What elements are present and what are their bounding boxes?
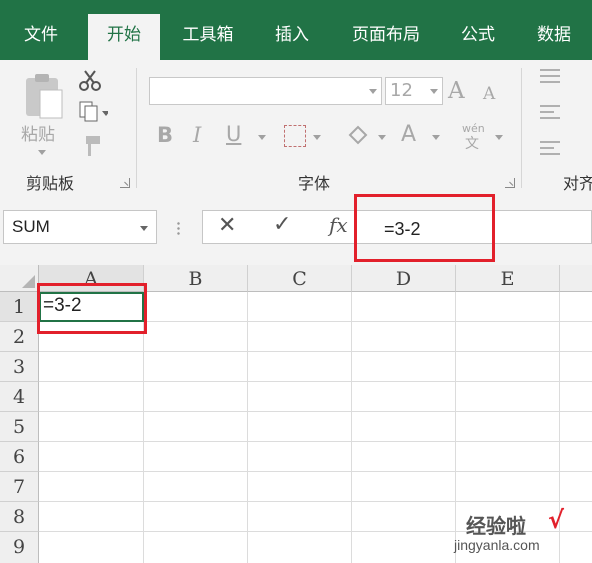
font-name-select[interactable] [149, 77, 382, 105]
row-header-5[interactable]: 5 [0, 412, 39, 442]
paste-icon [26, 74, 63, 119]
fill-color-icon[interactable] [346, 123, 370, 147]
row-header-6[interactable]: 6 [0, 442, 39, 472]
group-divider [521, 68, 522, 188]
ribbon-body: 粘贴 剪贴板 12 A A B I U A wén 文 字体 对齐 [0, 60, 592, 198]
check-icon: √ [548, 506, 565, 534]
font-launcher-icon[interactable] [505, 178, 515, 188]
column-header-d[interactable]: D [352, 265, 456, 292]
column-header-c[interactable]: C [248, 265, 352, 292]
group-divider [136, 68, 137, 188]
gridline [39, 351, 592, 352]
underline-icon[interactable]: U [226, 122, 241, 146]
font-group-label: 字体 [298, 174, 331, 193]
clipboard-group-label: 剪贴板 [26, 174, 75, 193]
chevron-down-icon [432, 135, 440, 140]
cut-icon[interactable] [78, 68, 102, 92]
column-header-b[interactable]: B [144, 265, 248, 292]
gridline [247, 292, 248, 563]
font-color-icon[interactable]: A [401, 122, 416, 147]
clipboard-launcher-icon[interactable] [120, 178, 130, 188]
gridline [39, 381, 592, 382]
tab-insert[interactable]: 插入 [262, 14, 322, 60]
select-all-corner[interactable] [0, 265, 39, 292]
row-header-9[interactable]: 9 [0, 532, 39, 563]
paste-button[interactable]: 粘贴 [16, 68, 68, 163]
gridline [39, 471, 592, 472]
row-header-3[interactable]: 3 [0, 352, 39, 382]
ribbon-tab-bar: 文件 开始 工具箱 插入 页面布局 公式 数据 [0, 0, 592, 60]
formula-bar: SUM ✕ ✓ fx [0, 197, 592, 265]
border-icon[interactable] [284, 125, 306, 147]
row-header-4[interactable]: 4 [0, 382, 39, 412]
bold-icon[interactable]: B [157, 123, 173, 147]
highlight-formula-box [354, 194, 495, 262]
enter-icon[interactable]: ✓ [273, 212, 291, 237]
column-header-next[interactable] [560, 265, 592, 292]
gridline [351, 292, 352, 563]
increase-font-icon[interactable]: A [448, 78, 465, 104]
row-header-8[interactable]: 8 [0, 502, 39, 532]
tab-formulas[interactable]: 公式 [448, 14, 508, 60]
italic-icon[interactable]: I [193, 123, 201, 147]
tab-page-layout[interactable]: 页面布局 [338, 14, 434, 60]
chevron-down-icon [378, 135, 386, 140]
copy-icon[interactable] [78, 100, 108, 124]
gridline [39, 441, 592, 442]
highlight-cell-box [37, 283, 147, 334]
alignment-group-label: 对齐 [563, 174, 592, 193]
tab-file[interactable]: 文件 [10, 14, 72, 60]
drag-handle-icon[interactable] [177, 221, 180, 235]
tab-home[interactable]: 开始 [88, 14, 160, 60]
gridline [39, 501, 592, 502]
insert-function-icon[interactable]: fx [329, 213, 348, 237]
watermark-url: jingyanla.com [454, 537, 540, 553]
decrease-font-icon[interactable]: A [483, 84, 495, 104]
column-header-e[interactable]: E [456, 265, 560, 292]
chevron-down-icon [495, 135, 503, 140]
row-header-1[interactable]: 1 [0, 292, 39, 322]
chevron-down-icon [140, 226, 148, 231]
tab-toolbox[interactable]: 工具箱 [170, 14, 246, 60]
name-box-value: SUM [12, 217, 50, 236]
watermark: 经验啦 √ jingyanla.com [454, 506, 592, 563]
gridline [39, 411, 592, 412]
chevron-down-icon [258, 135, 266, 140]
row-header-7[interactable]: 7 [0, 472, 39, 502]
font-size-select[interactable]: 12 [385, 77, 443, 105]
phonetic-guide-icon[interactable]: 文 [465, 133, 479, 153]
select-all-icon [22, 275, 35, 288]
chevron-down-icon [369, 89, 377, 94]
cancel-icon[interactable]: ✕ [218, 213, 236, 238]
row-header-2[interactable]: 2 [0, 322, 39, 352]
chevron-down-icon [313, 135, 321, 140]
align-icon[interactable] [538, 66, 578, 166]
name-box[interactable]: SUM [3, 210, 157, 244]
watermark-site-name: 经验啦 [466, 514, 526, 538]
chevron-down-icon [430, 89, 438, 94]
tab-data[interactable]: 数据 [524, 14, 584, 60]
paste-label: 粘贴 [21, 125, 55, 145]
format-painter-icon[interactable] [78, 134, 102, 158]
chevron-down-icon [38, 150, 46, 155]
